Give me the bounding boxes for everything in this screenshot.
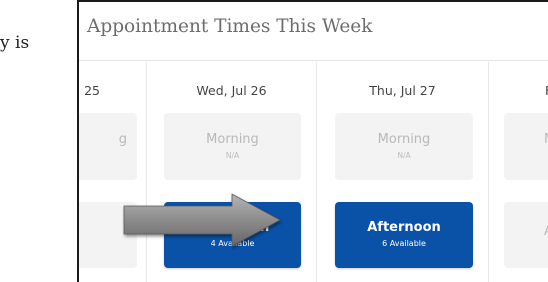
slot-availability: N/A [225,151,240,160]
slot-availability: 6 Available [382,239,426,248]
morning-slot: M [504,113,548,180]
day-column-partial-right: F M Af [489,62,548,282]
morning-slot: Morning N/A [335,113,473,180]
day-date: Wed, Jul 26 [196,83,267,98]
day-date: Thu, Jul 27 [369,83,436,98]
morning-slot: Morning N/A [164,113,301,180]
slot-label: Morning [206,132,259,147]
morning-slot: g [79,113,137,180]
afternoon-slot: Af [504,202,548,268]
cropped-body-text: y is [0,33,30,53]
slot-label: M [504,132,548,147]
right-arrow-icon [122,192,290,254]
slot-label: Af [504,224,548,239]
day-date: F [489,83,548,98]
slot-label: Morning [377,132,431,147]
slot-label: Afternoon [367,220,441,235]
slot-label: g [118,132,127,147]
slot-availability: N/A [397,151,411,160]
panel-header: Appointment Times This Week [79,2,548,61]
day-date: 25 [84,83,100,98]
day-column-thu-jul-27: Thu, Jul 27 Morning N/A Afternoon 6 Avai… [317,62,489,282]
afternoon-slot-button[interactable]: Afternoon 6 Available [335,202,473,268]
panel-title: Appointment Times This Week [87,16,373,37]
